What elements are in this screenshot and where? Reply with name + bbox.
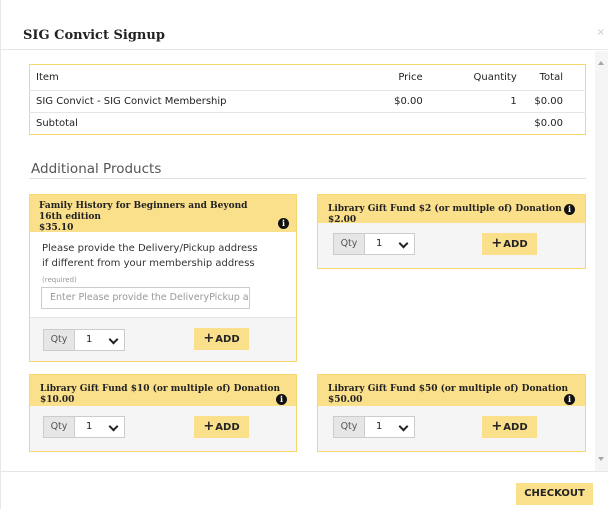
scroll-down-arrow-icon[interactable] [598, 457, 604, 461]
add-button-label: ADD [215, 422, 240, 433]
qty-label: Qty [334, 417, 365, 437]
cart-header-row: Item Price Quantity Total [30, 65, 586, 91]
product-title: Library Gift Fund $10 (or multiple of) D… [40, 384, 280, 394]
plus-icon: + [491, 419, 503, 434]
checkout-button[interactable]: CHECKOUT [516, 483, 593, 505]
quantity-select[interactable]: Qty 1 [333, 416, 415, 438]
product-card-header: Library Gift Fund $10 (or multiple of) D… [30, 375, 296, 407]
info-circle-icon[interactable]: i [276, 394, 287, 405]
column-header-total: Total [539, 72, 563, 83]
product-price: $50.00 [328, 395, 363, 405]
product-title: Library Gift Fund $50 (or multiple of) D… [328, 384, 568, 394]
add-button-label: ADD [503, 422, 528, 433]
chevron-down-icon [398, 421, 409, 432]
qty-value: 1 [86, 334, 93, 345]
scroll-up-arrow-icon[interactable] [598, 61, 604, 65]
product-card-footer: Qty 1 +ADD [30, 406, 296, 451]
subtotal-label: Subtotal [29, 112, 375, 135]
section-divider [29, 178, 586, 179]
info-circle-icon[interactable]: i [564, 394, 575, 405]
product-card-family-history: Family History for Beginners and Beyond … [29, 194, 297, 362]
quantity-select[interactable]: Qty 1 [333, 233, 415, 255]
delivery-address-description: Please provide the Delivery/Pickup addre… [42, 243, 258, 269]
plus-icon: + [491, 236, 503, 251]
qty-label: Qty [334, 234, 365, 254]
product-card-header: Family History for Beginners and Beyond … [30, 195, 296, 233]
add-button-label: ADD [503, 239, 528, 250]
delivery-address-input[interactable]: Enter Please provide the DeliveryPickup … [41, 287, 250, 309]
product-title: Family History for Beginners and Beyond … [39, 201, 248, 222]
subtotal-row: Subtotal $0.00 [29, 112, 586, 135]
add-button-label: ADD [215, 334, 240, 345]
quantity-select[interactable]: Qty 1 [43, 416, 125, 438]
product-card-footer: Qty 1 +ADD [30, 317, 296, 361]
required-note: (required) [42, 276, 77, 284]
plus-icon: + [203, 331, 215, 346]
qty-label: Qty [44, 330, 75, 350]
info-circle-icon[interactable]: i [564, 204, 575, 215]
vertical-scrollbar[interactable] [595, 51, 608, 471]
product-card-gift-fund-50: Library Gift Fund $50 (or multiple of) D… [317, 374, 586, 452]
add-button[interactable]: +ADD [482, 233, 537, 255]
modal-title: SIG Convict Signup [23, 28, 165, 43]
product-card-gift-fund-10: Library Gift Fund $10 (or multiple of) D… [29, 374, 297, 452]
subtotal-value: $0.00 [522, 112, 586, 135]
cell-price: $0.00 [374, 90, 429, 113]
product-card-header: Library Gift Fund $2 (or multiple of) Do… [318, 195, 585, 225]
product-card-gift-fund-2: Library Gift Fund $2 (or multiple of) Do… [317, 194, 586, 269]
product-card-footer: Qty 1 +ADD [318, 406, 585, 451]
product-price: $35.10 [39, 223, 74, 233]
modal-body: Item Price Quantity Total SIG Convict - … [1, 51, 595, 471]
qty-value: 1 [376, 421, 383, 432]
column-header-quantity: Quantity [473, 72, 517, 83]
table-row: SIG Convict - SIG Convict Membership $0.… [29, 90, 586, 113]
modal-footer: CHECKOUT [1, 471, 608, 509]
qty-value: 1 [376, 238, 383, 249]
cell-quantity: 1 [428, 90, 523, 113]
signup-modal: SIG Convict Signup × Item Price Quantity… [0, 0, 608, 509]
info-circle-icon[interactable]: i [278, 218, 289, 229]
add-button[interactable]: +ADD [194, 416, 249, 438]
qty-value: 1 [86, 421, 93, 432]
cell-total: $0.00 [522, 90, 586, 113]
plus-icon: + [203, 419, 215, 434]
chevron-down-icon [398, 238, 409, 249]
product-card-footer: Qty 1 +ADD [318, 223, 585, 268]
column-header-item: Item [36, 72, 59, 83]
cell-item: SIG Convict - SIG Convict Membership [29, 90, 375, 113]
qty-label: Qty [44, 417, 75, 437]
product-card-header: Library Gift Fund $50 (or multiple of) D… [318, 375, 585, 407]
product-title: Library Gift Fund $2 (or multiple of) Do… [328, 204, 562, 214]
cart-table: Item Price Quantity Total SIG Convict - … [29, 64, 586, 135]
modal-header: SIG Convict Signup × [1, 0, 608, 50]
column-header-price: Price [398, 72, 423, 83]
close-icon[interactable]: × [597, 27, 605, 38]
add-button[interactable]: +ADD [194, 328, 249, 350]
chevron-down-icon [108, 421, 119, 432]
quantity-select[interactable]: Qty 1 [43, 329, 125, 351]
add-button[interactable]: +ADD [482, 416, 537, 438]
chevron-down-icon [108, 334, 119, 345]
additional-products-title: Additional Products [31, 161, 162, 177]
product-price: $10.00 [40, 395, 75, 405]
